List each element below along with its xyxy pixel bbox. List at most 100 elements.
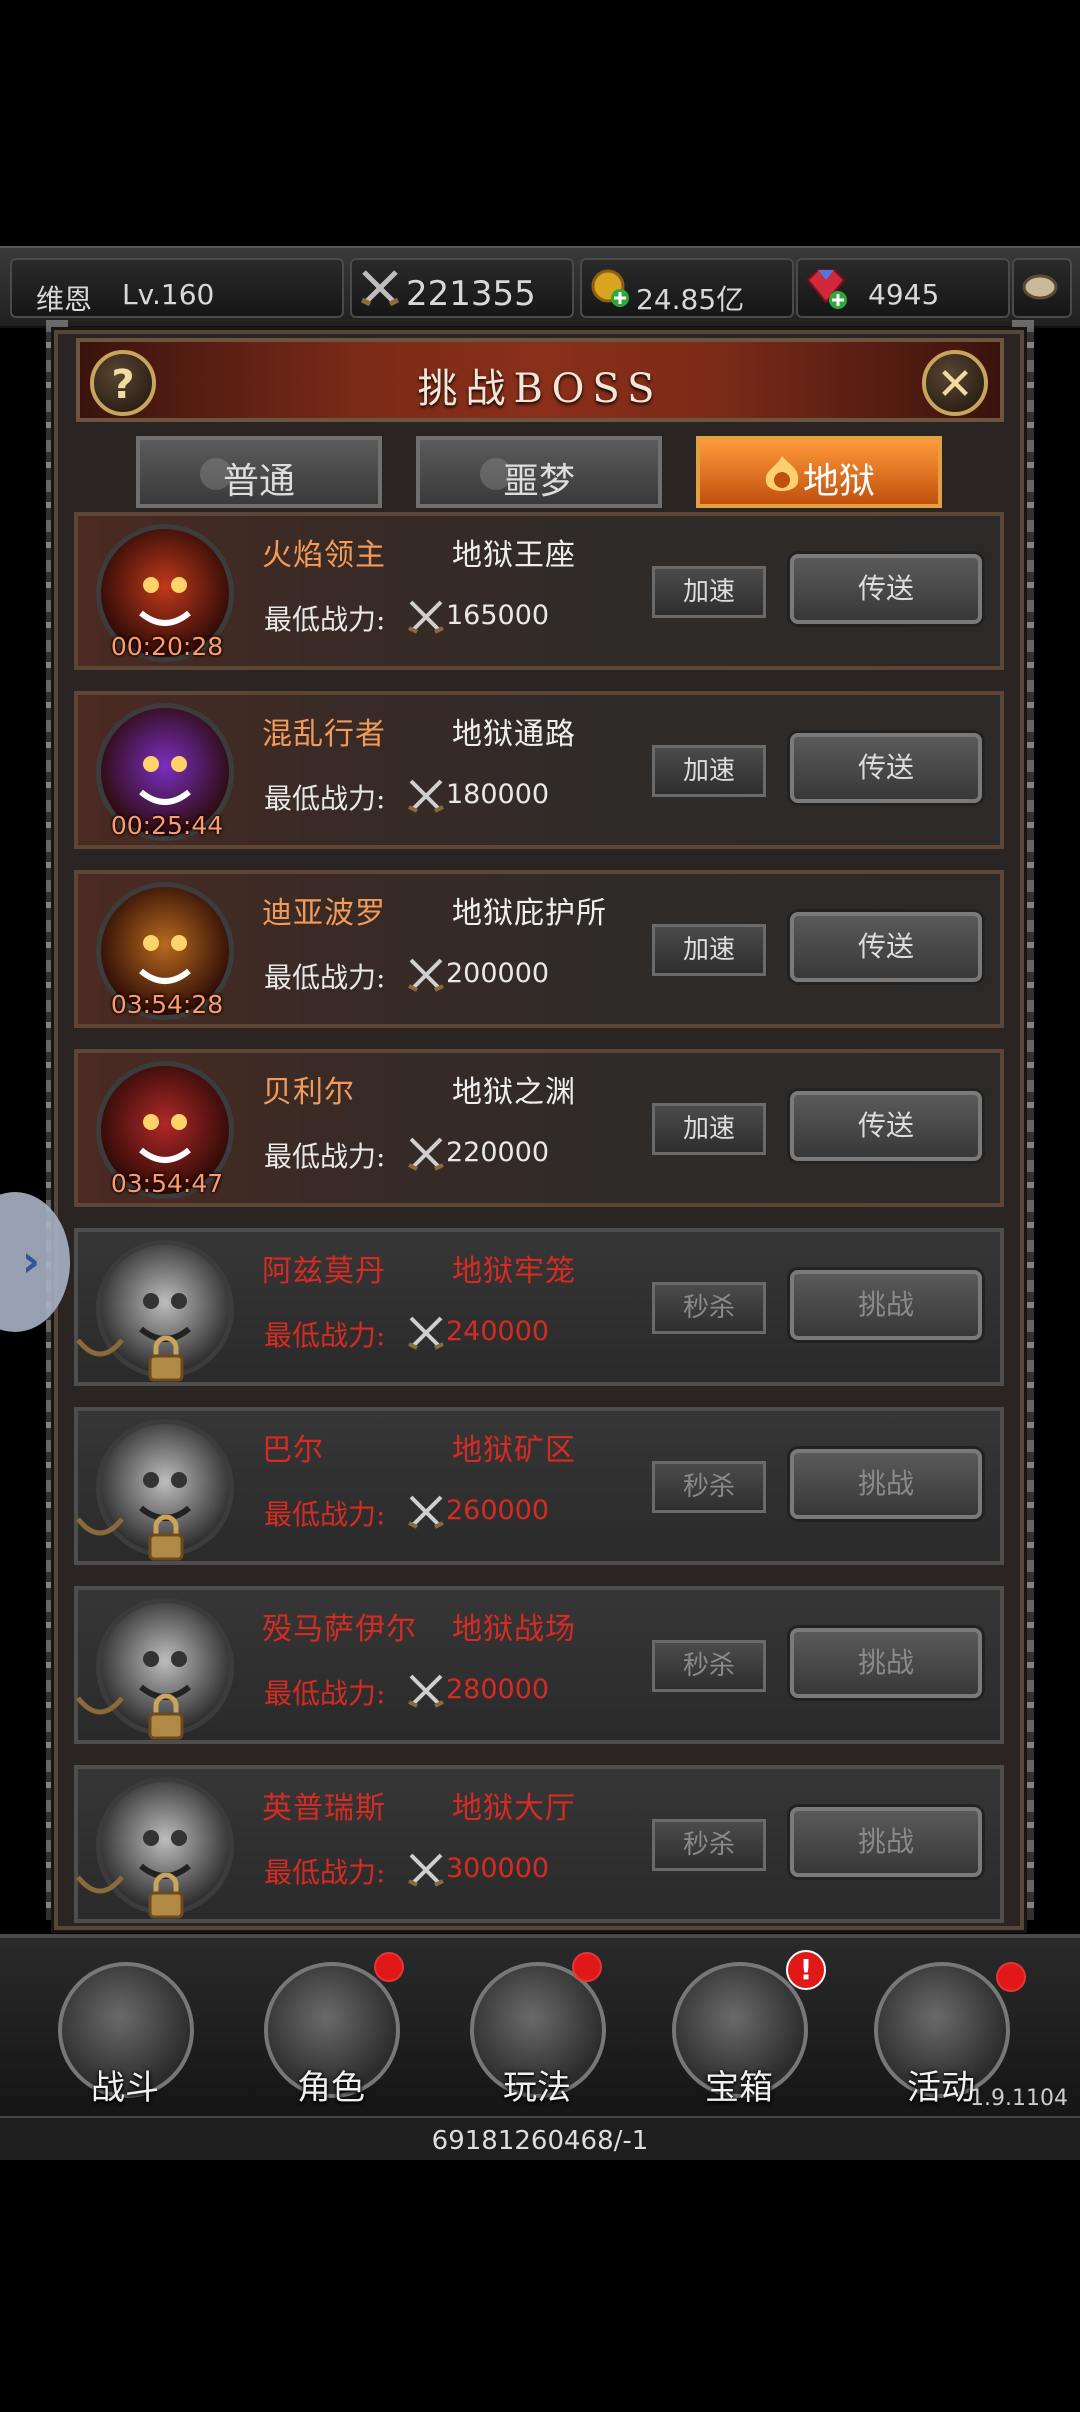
boss-row[interactable]: 03:54:28 迪亚波罗 地狱庇护所 最低战力: 200000 加速 传送 <box>74 870 1004 1028</box>
player-info[interactable]: 维恩 Lv.160 <box>10 258 344 318</box>
crossed-swords-icon <box>408 1853 444 1887</box>
boss-row[interactable]: 殁马萨伊尔 地狱战场 最低战力: 280000 秒杀 挑战 <box>74 1586 1004 1744</box>
challenge-button[interactable]: 挑战 <box>790 1807 982 1877</box>
scroll-icon <box>1022 274 1058 300</box>
lock-icon <box>76 1696 124 1715</box>
boss-row[interactable]: 英普瑞斯 地狱大厅 最低战力: 300000 秒杀 挑战 <box>74 1765 1004 1923</box>
boss-row[interactable]: 巴尔 地狱矿区 最低战力: 260000 秒杀 挑战 <box>74 1407 1004 1565</box>
instant-kill-button[interactable]: 秒杀 <box>652 1461 766 1513</box>
padlock-icon <box>148 1515 184 1561</box>
combat-power-display: 221355 <box>350 258 574 318</box>
boss-name: 殁马萨伊尔 <box>262 1612 417 1647</box>
top-status-bar: 维恩 Lv.160 221355 24.85亿 4945 <box>0 246 1080 328</box>
nav-character[interactable]: 角色 <box>246 1952 416 2112</box>
boss-row[interactable]: 阿兹莫丹 地狱牢笼 最低战力: 240000 秒杀 挑战 <box>74 1228 1004 1386</box>
boss-location: 地狱王座 <box>452 538 576 573</box>
gem-display[interactable]: 4945 <box>796 258 1010 318</box>
nav-battle[interactable]: 战斗 <box>40 1952 210 2112</box>
boss-location: 地狱通路 <box>452 717 576 752</box>
boss-row[interactable]: 00:25:44 混乱行者 地狱通路 最低战力: 180000 加速 传送 <box>74 691 1004 849</box>
help-button[interactable]: ? <box>90 350 156 416</box>
bottom-navigation: 战斗 角色 玩法 ! 宝箱 活动 <box>0 1934 1080 2116</box>
nav-gameplay[interactable]: 玩法 <box>452 1952 622 2112</box>
min-power-value: 220000 <box>446 1137 550 1168</box>
combat-power-value: 221355 <box>406 274 536 314</box>
instant-kill-button[interactable]: 秒杀 <box>652 1819 766 1871</box>
tab-nightmare[interactable]: 噩梦 <box>416 436 662 508</box>
close-icon: ✕ <box>936 359 974 410</box>
notification-dot <box>572 1952 602 1982</box>
lock-icon <box>76 1875 124 1894</box>
boss-name: 迪亚波罗 <box>262 896 386 931</box>
boss-respawn-timer: 03:54:47 <box>110 1169 224 1198</box>
min-power-value: 200000 <box>446 958 550 989</box>
nav-battle-label: 战斗 <box>91 2068 159 2108</box>
close-button[interactable]: ✕ <box>922 350 988 416</box>
gold-coin-plus-icon <box>591 269 629 307</box>
challenge-button[interactable]: 挑战 <box>790 1628 982 1698</box>
nav-character-label: 角色 <box>297 2068 365 2108</box>
boss-location: 地狱牢笼 <box>452 1254 576 1289</box>
tab-normal-label: 普通 <box>222 461 295 502</box>
min-power-label: 最低战力: <box>264 603 386 636</box>
min-power-value: 260000 <box>446 1495 550 1526</box>
notification-dot <box>374 1952 404 1982</box>
min-power-label: 最低战力: <box>264 1677 386 1710</box>
min-power-label: 最低战力: <box>264 1319 386 1352</box>
lock-icon <box>76 1517 124 1536</box>
chevron-right-icon: › <box>21 1236 40 1287</box>
nav-chest[interactable]: ! 宝箱 <box>654 1950 826 2112</box>
min-power-label: 最低战力: <box>264 1498 386 1531</box>
teleport-button[interactable]: 传送 <box>790 912 982 982</box>
min-power-label: 最低战力: <box>264 1140 386 1173</box>
padlock-icon <box>148 1694 184 1740</box>
crossed-swords-icon <box>408 1495 444 1529</box>
min-power-label: 最低战力: <box>264 782 386 815</box>
boss-respawn-timer: 00:20:28 <box>110 632 224 661</box>
boss-name: 巴尔 <box>262 1433 324 1468</box>
boss-name: 火焰领主 <box>262 538 386 573</box>
mail-button[interactable] <box>1012 258 1072 318</box>
version-label: 1.9.1104 <box>970 2086 1068 2111</box>
instant-kill-button[interactable]: 秒杀 <box>652 1282 766 1334</box>
nav-gameplay-label: 玩法 <box>503 2068 571 2108</box>
min-power-value: 300000 <box>446 1853 550 1884</box>
boss-location: 地狱大厅 <box>452 1791 576 1826</box>
min-power-value: 280000 <box>446 1674 550 1705</box>
boss-respawn-timer: 03:54:28 <box>110 990 224 1019</box>
gold-value: 24.85亿 <box>636 283 745 316</box>
footer-id: 69181260468/-1 <box>431 2126 649 2156</box>
teleport-button[interactable]: 传送 <box>790 1091 982 1161</box>
speed-up-button[interactable]: 加速 <box>652 566 766 618</box>
min-power-value: 165000 <box>446 600 550 631</box>
teleport-button[interactable]: 传送 <box>790 554 982 624</box>
tab-nightmare-label: 噩梦 <box>502 461 575 502</box>
boss-location: 地狱矿区 <box>452 1433 576 1468</box>
boss-row[interactable]: 03:54:47 贝利尔 地狱之渊 最低战力: 220000 加速 传送 <box>74 1049 1004 1207</box>
notification-dot <box>996 1962 1026 1992</box>
min-power-value: 240000 <box>446 1316 550 1347</box>
tab-hell[interactable]: 地狱 <box>696 436 942 508</box>
nav-chest-label: 宝箱 <box>705 2068 773 2108</box>
instant-kill-button[interactable]: 秒杀 <box>652 1640 766 1692</box>
crossed-swords-icon <box>408 600 444 634</box>
gem-value: 4945 <box>868 278 940 311</box>
min-power-value: 180000 <box>446 779 550 810</box>
boss-location: 地狱战场 <box>452 1612 576 1647</box>
crossed-swords-icon <box>408 1137 444 1171</box>
crossed-swords-icon <box>408 1316 444 1350</box>
boss-name: 贝利尔 <box>262 1075 355 1110</box>
player-level: Lv.160 <box>122 278 215 311</box>
teleport-button[interactable]: 传送 <box>790 733 982 803</box>
speed-up-button[interactable]: 加速 <box>652 745 766 797</box>
boss-row[interactable]: 00:20:28 火焰领主 地狱王座 最低战力: 165000 加速 传送 <box>74 512 1004 670</box>
gold-display[interactable]: 24.85亿 <box>580 258 794 318</box>
tab-normal[interactable]: 普通 <box>136 436 382 508</box>
challenge-button[interactable]: 挑战 <box>790 1270 982 1340</box>
speed-up-button[interactable]: 加速 <box>652 924 766 976</box>
alert-badge: ! <box>786 1950 826 1990</box>
challenge-button[interactable]: 挑战 <box>790 1449 982 1519</box>
speed-up-button[interactable]: 加速 <box>652 1103 766 1155</box>
min-power-label: 最低战力: <box>264 961 386 994</box>
crossed-swords-icon <box>360 270 400 306</box>
